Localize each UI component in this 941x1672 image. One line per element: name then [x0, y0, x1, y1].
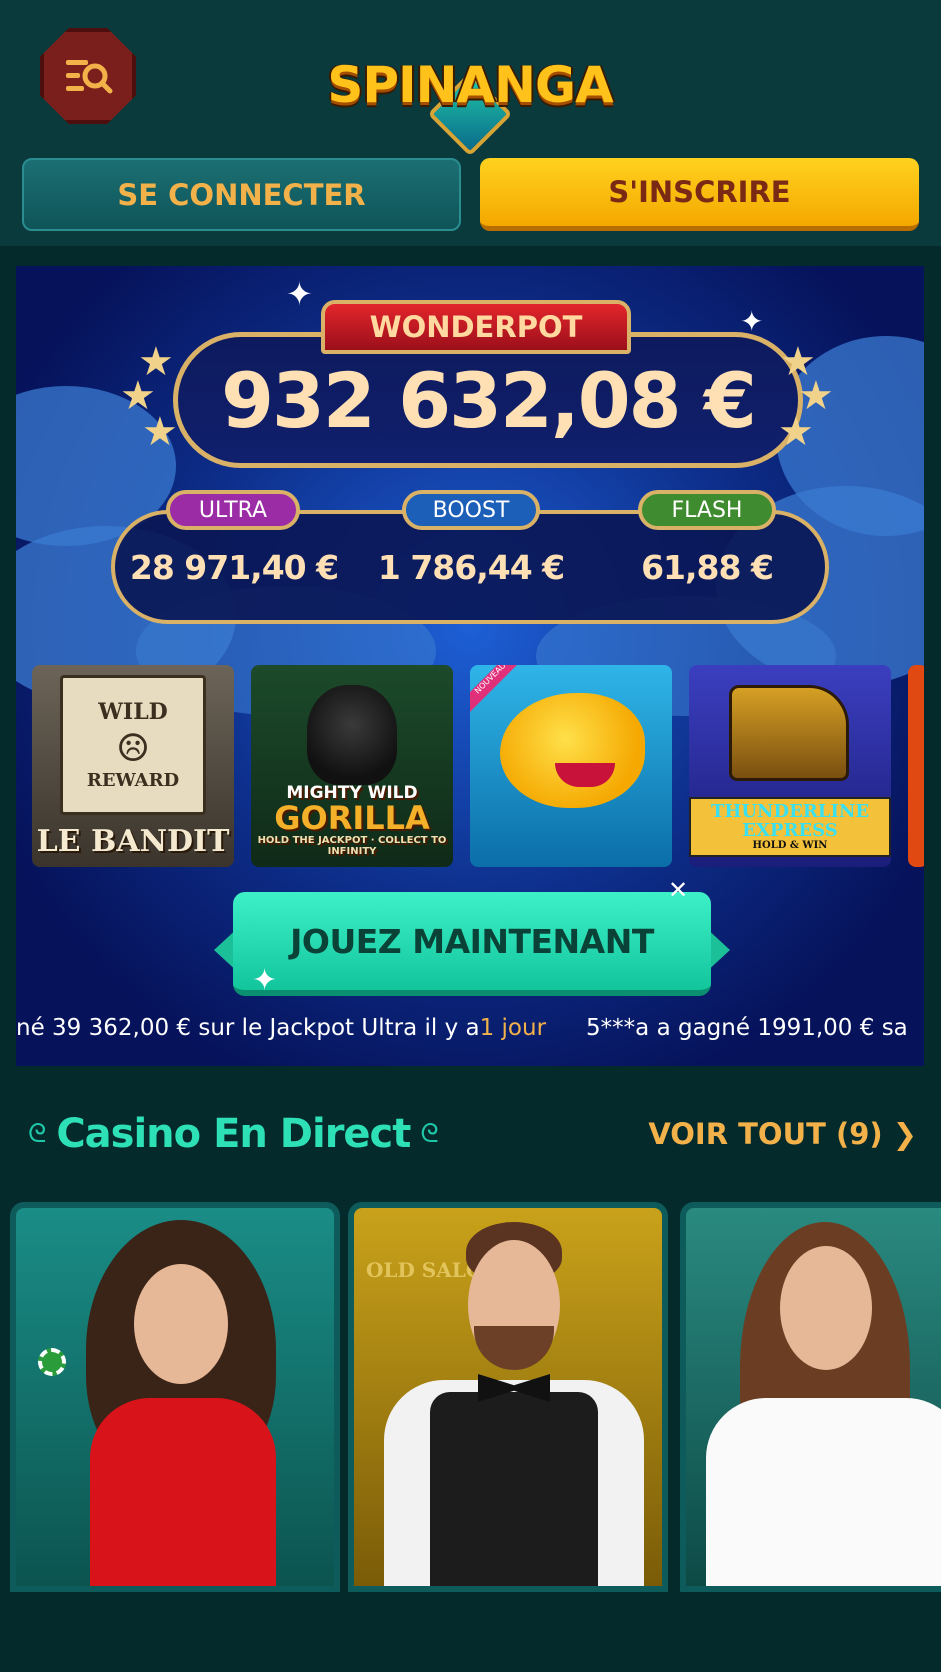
gorilla-icon [307, 685, 397, 785]
game-subtitle: HOLD & WIN [752, 839, 828, 851]
dealer-blouse [706, 1398, 941, 1586]
poster-bottom-text: REWARD [86, 770, 180, 791]
star-icon: ★ [142, 409, 178, 455]
dealer-face [780, 1246, 872, 1370]
header: SPINANGA SE CONNECTER S'INSCRIRE [0, 0, 941, 246]
poster-top-text: WILD [98, 699, 168, 725]
ticker-item-text: 5***a a gagné 1991,00 € sa [586, 1015, 908, 1041]
swirl-icon: ᘓ [420, 1118, 439, 1149]
ticker-item-time: 1 jour [479, 1015, 547, 1041]
tier-boost-value: 1 786,44 € [377, 548, 565, 587]
section-title: Casino En Direct [56, 1111, 411, 1157]
live-dealer-card[interactable]: OLD SALOON [348, 1202, 668, 1592]
game-tile-mighty-wild-gorilla[interactable]: MIGHTY WILD GORILLA HOLD THE JACKPOT · C… [251, 665, 453, 867]
wonderpot-title: WONDERPOT [321, 300, 631, 354]
dealer-dress [90, 1398, 276, 1586]
sparkle-icon: ✦ [252, 963, 278, 998]
search-menu-icon [66, 60, 113, 94]
page-bottom [0, 1592, 941, 1672]
game-title: THUNDERLINE EXPRESS HOLD & WIN [689, 796, 891, 857]
game-tile-shark[interactable]: NOUVEAU [470, 665, 672, 867]
casino-chip-icon [38, 1348, 66, 1376]
train-icon [729, 685, 849, 781]
tier-ultra-label: ULTRA [166, 490, 300, 530]
play-now-button[interactable]: JOUEZ MAINTENANT [233, 892, 711, 996]
wanted-poster: WILD ☹ REWARD [60, 675, 206, 815]
signup-button[interactable]: S'INSCRIRE [480, 158, 919, 231]
game-title-main: GORILLA [274, 799, 430, 838]
new-badge: NOUVEAU [470, 665, 526, 714]
tier-boost-label: BOOST [402, 490, 540, 530]
shark-mouth [555, 763, 615, 787]
swirl-icon: ᘓ [28, 1118, 47, 1149]
star-icon: ★ [778, 409, 814, 455]
game-title: MIGHTY WILD GORILLA HOLD THE JACKPOT · C… [251, 784, 453, 857]
bandit-face-icon: ☹ [115, 725, 151, 770]
game-title: LE BANDIT [36, 823, 230, 859]
sparkle-icon: ✦ [740, 305, 764, 338]
game-tile-le-bandit[interactable]: WILD ☹ REWARD LE BANDIT [32, 665, 234, 867]
shark-icon [500, 693, 645, 808]
tier-ultra-value: 28 971,40 € [129, 548, 339, 587]
live-dealer-card[interactable] [10, 1202, 340, 1592]
login-button[interactable]: SE CONNECTER [22, 158, 461, 231]
game-tile-partial[interactable] [908, 665, 924, 867]
ticker-item-text: né 39 362,00 € sur le Jackpot Ultra il y… [16, 1015, 480, 1041]
dealer-face [134, 1264, 228, 1384]
live-dealer-carousel: OLD SALOON [0, 1202, 941, 1592]
logo-text: SPINANGA [327, 56, 613, 114]
wonderpot-amount: 932 632,08 € [221, 356, 757, 445]
dealer-vest [430, 1392, 598, 1586]
game-subtitle: HOLD THE JACKPOT · COLLECT TO INFINITY [257, 835, 447, 857]
see-all-link[interactable]: VOIR TOUT (9) ❯ [648, 1114, 917, 1154]
dealer-beard [474, 1326, 554, 1370]
winners-ticker: né 39 362,00 € sur le Jackpot Ultra il y… [16, 1008, 924, 1048]
site-logo[interactable]: SPINANGA [327, 40, 614, 157]
tier-flash-value: 61,88 € [641, 548, 774, 587]
search-menu-button[interactable] [40, 28, 136, 124]
see-all-label: VOIR TOUT (9) [648, 1117, 883, 1151]
jackpot-banner[interactable]: WONDERPOT 932 632,08 € ★ ★ ★ ★ ★ ★ ✦ ✦ U… [16, 266, 924, 1066]
sparkle-icon: ✦ [286, 275, 313, 313]
chevron-right-icon: ❯ [892, 1117, 917, 1151]
game-tile-thunderline-express[interactable]: THUNDERLINE EXPRESS HOLD & WIN [689, 665, 891, 867]
game-title-main: THUNDERLINE EXPRESS [710, 800, 870, 841]
sparkle-icon: ✕ [668, 876, 689, 904]
live-dealer-card[interactable] [680, 1202, 941, 1592]
tier-flash-label: FLASH [638, 490, 776, 530]
live-casino-header: ᘓ Casino En Direct ᘓ [28, 1104, 439, 1164]
game-carousel: WILD ☹ REWARD LE BANDIT MIGHTY WILD GORI… [16, 665, 924, 867]
